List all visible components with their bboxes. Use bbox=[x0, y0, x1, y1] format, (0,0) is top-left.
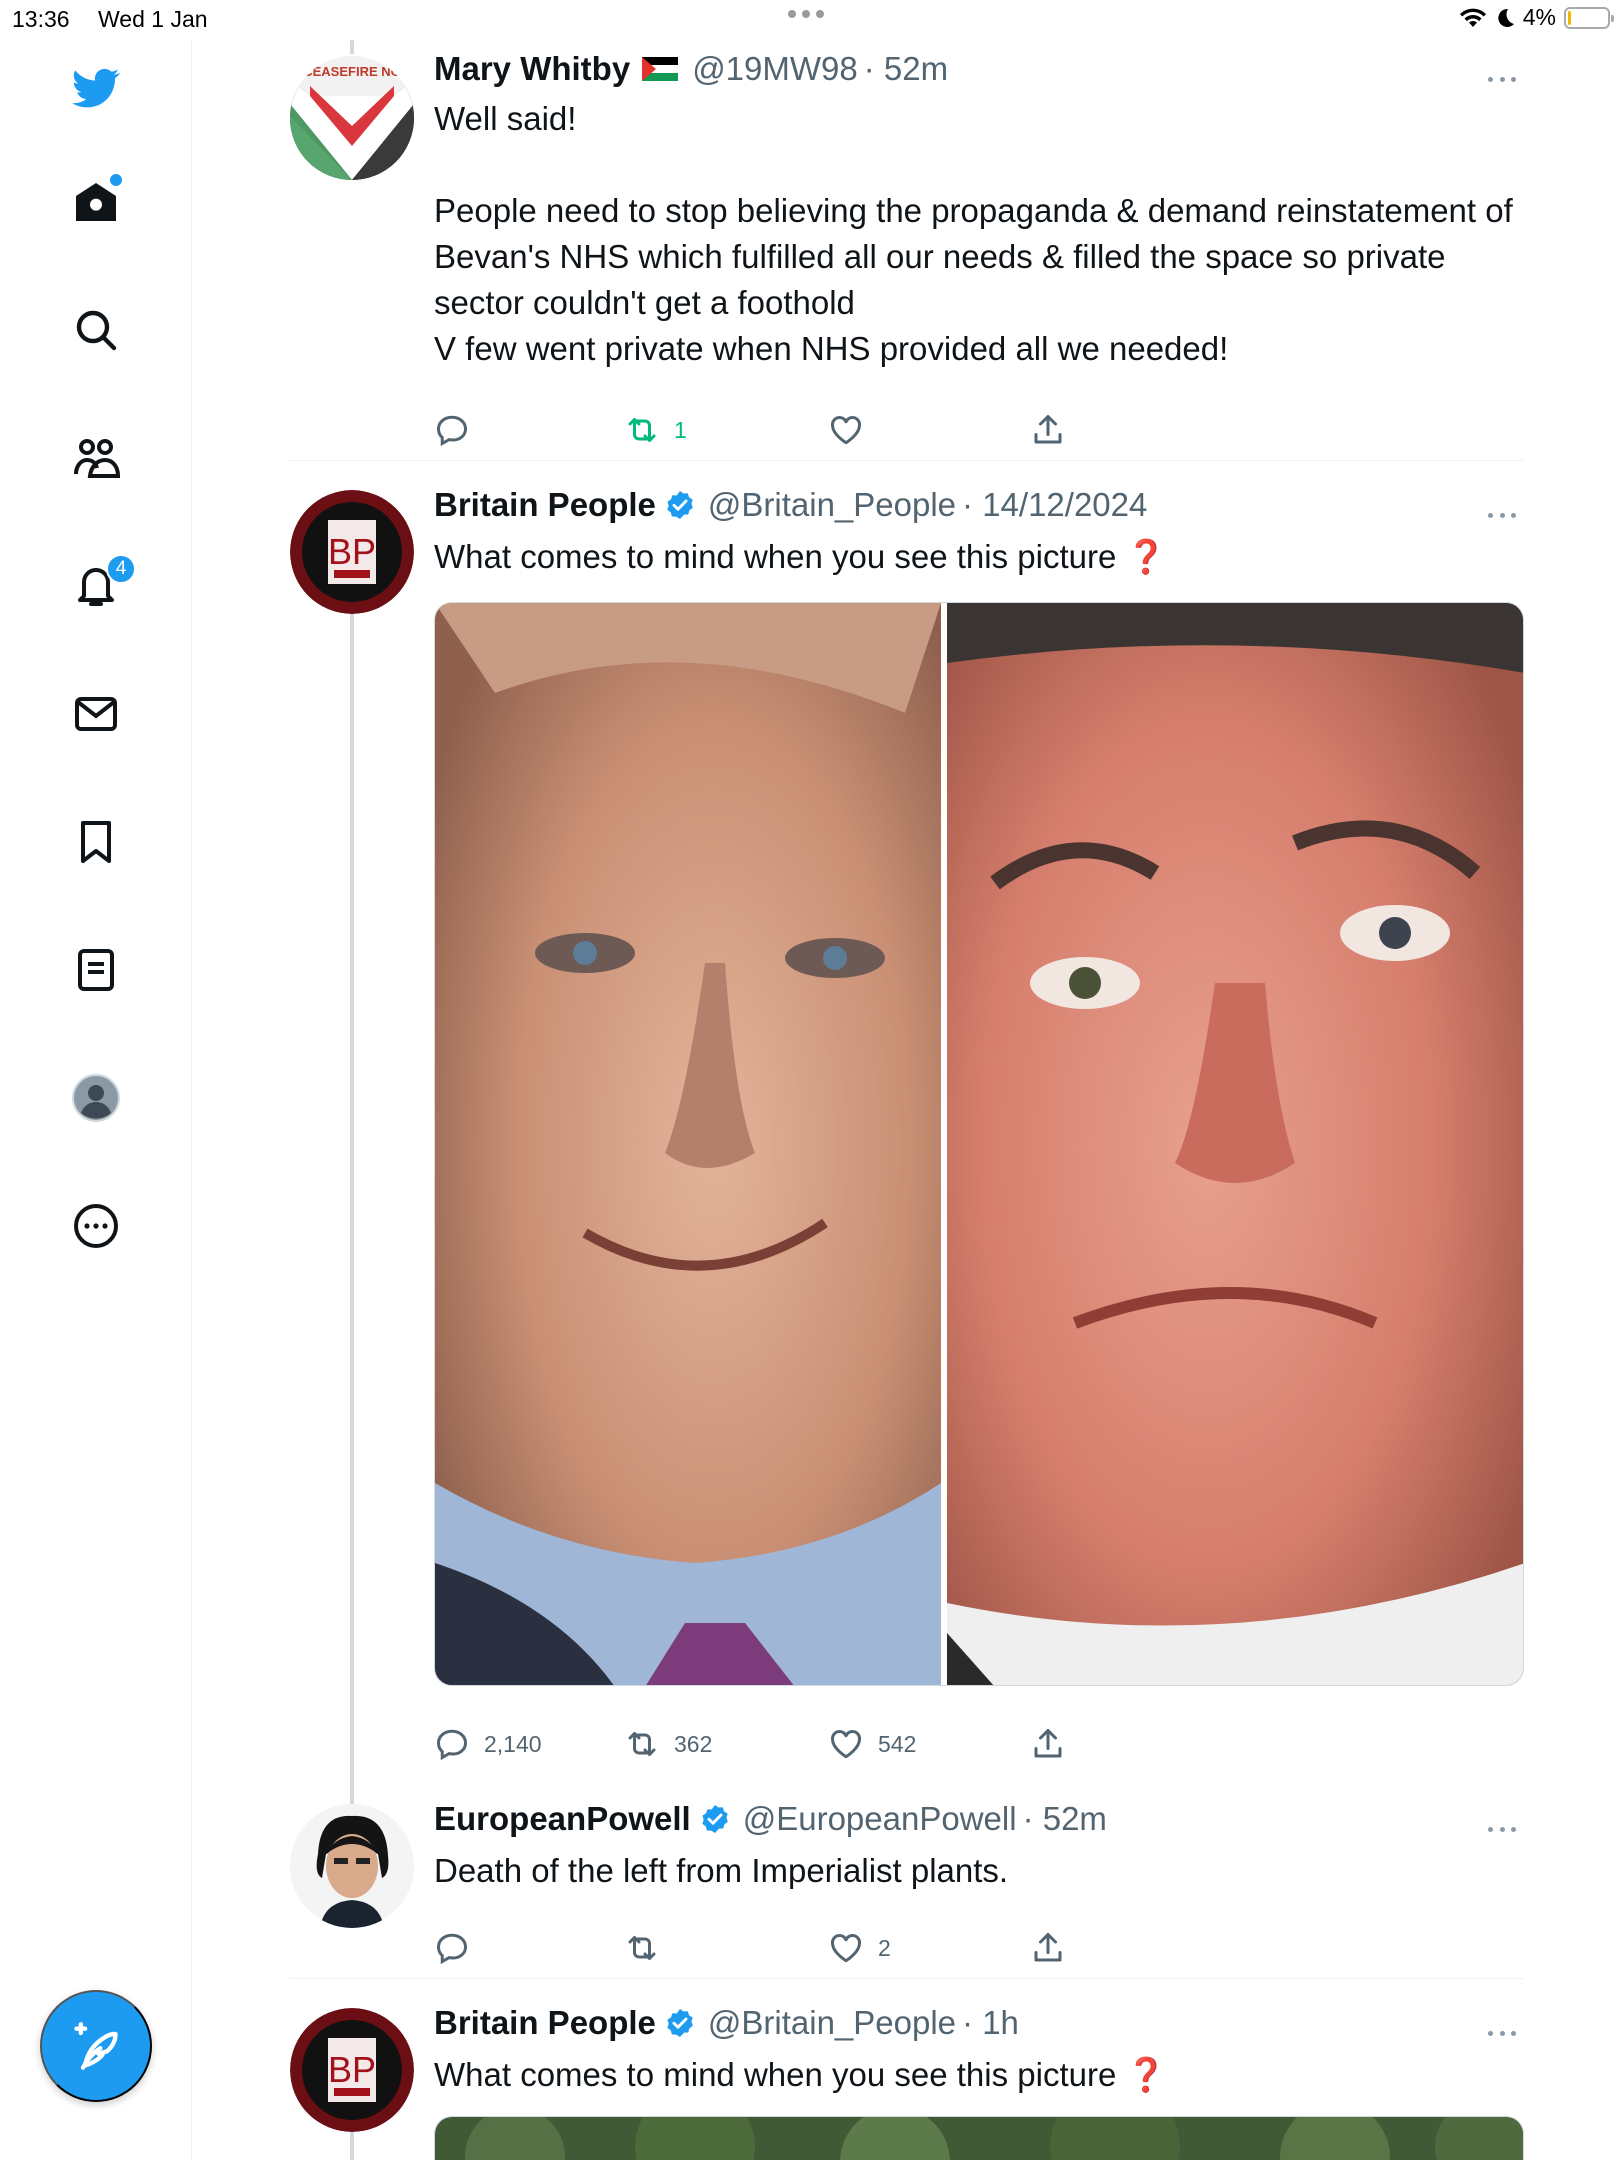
like-button[interactable]: 2 bbox=[828, 1926, 891, 1970]
display-name[interactable]: Mary Whitby bbox=[434, 50, 630, 88]
tweet-header: Mary Whitby @19MW98 · 52m bbox=[434, 50, 948, 88]
battery-icon bbox=[1564, 6, 1614, 29]
tweet-actions: 2 bbox=[434, 1926, 1334, 1970]
like-count: 2 bbox=[878, 1934, 891, 1961]
compose-tweet-button[interactable] bbox=[40, 1990, 152, 2102]
avatar-text: BP bbox=[328, 2049, 376, 2090]
tweet-media-photo[interactable] bbox=[434, 2116, 1524, 2160]
more-options-icon[interactable] bbox=[1482, 500, 1522, 530]
avatar[interactable] bbox=[290, 1804, 414, 1928]
share-button[interactable] bbox=[1030, 1926, 1066, 1970]
tweet-header: Britain People @Britain_People · 1h bbox=[434, 2004, 1019, 2042]
avatar[interactable]: BP bbox=[290, 2008, 414, 2132]
notifications-badge: 4 bbox=[106, 554, 136, 584]
avatar-text: CEASEFIRE NO bbox=[303, 64, 401, 79]
avatar[interactable]: BP bbox=[290, 490, 414, 614]
battery-percent: 4% bbox=[1522, 4, 1556, 30]
verified-badge-icon bbox=[667, 491, 693, 519]
search-icon[interactable] bbox=[56, 290, 136, 370]
tweet-media-photo[interactable] bbox=[434, 602, 1524, 1686]
twitter-logo-icon[interactable] bbox=[56, 48, 136, 128]
lists-icon[interactable] bbox=[56, 930, 136, 1010]
share-icon bbox=[1034, 1729, 1062, 1758]
user-handle[interactable]: @EuropeanPowell bbox=[743, 1800, 1017, 1838]
status-time: 13:36 bbox=[12, 6, 70, 32]
avatar-text: BP bbox=[328, 531, 376, 572]
tweet-text: Well said! People need to stop believing… bbox=[434, 100, 1513, 367]
reply-icon bbox=[436, 1729, 468, 1761]
retweet-icon bbox=[628, 1936, 656, 1960]
thread-line bbox=[350, 2132, 354, 2160]
share-icon bbox=[1034, 1933, 1062, 1962]
reply-count: 2,140 bbox=[484, 1730, 542, 1757]
tweet-divider bbox=[290, 460, 1524, 461]
avatar[interactable]: CEASEFIRE NO bbox=[290, 56, 414, 180]
like-button[interactable] bbox=[828, 408, 878, 452]
tweet-time[interactable]: · 52m bbox=[1023, 1800, 1107, 1838]
timeline: CEASEFIRE NO Mary Whitby @19MW98 · 52m W… bbox=[192, 40, 1620, 2160]
reply-icon bbox=[436, 415, 468, 447]
tweet-divider bbox=[290, 1978, 1524, 1979]
bookmarks-icon[interactable] bbox=[56, 802, 136, 882]
tweet-actions: 1 bbox=[434, 408, 1334, 452]
verified-badge-icon bbox=[667, 2009, 693, 2037]
more-icon[interactable] bbox=[56, 1186, 136, 1266]
retweet-button[interactable] bbox=[624, 1926, 674, 1970]
display-name[interactable]: Britain People bbox=[434, 486, 656, 524]
sidebar: 4 bbox=[0, 40, 192, 2160]
retweet-count: 362 bbox=[674, 1730, 713, 1757]
more-options-icon[interactable] bbox=[1482, 1814, 1522, 1844]
reply-button[interactable]: 2,140 bbox=[434, 1722, 542, 1766]
share-button[interactable] bbox=[1030, 408, 1066, 452]
retweet-count: 1 bbox=[674, 416, 687, 443]
tweet-actions: 2,140 362 542 bbox=[434, 1722, 1334, 1766]
reply-icon bbox=[436, 1933, 468, 1965]
user-handle[interactable]: @Britain_People bbox=[708, 486, 956, 524]
communities-icon[interactable] bbox=[56, 418, 136, 498]
display-name[interactable]: Britain People bbox=[434, 2004, 656, 2042]
tweet-text: What comes to mind when you see this pic… bbox=[434, 538, 1167, 575]
display-name[interactable]: EuropeanPowell bbox=[434, 1800, 691, 1838]
status-bar: 13:36 Wed 1 Jan 4% bbox=[0, 0, 1620, 40]
more-options-icon[interactable] bbox=[1482, 2018, 1522, 2048]
home-new-dot bbox=[110, 174, 122, 186]
reply-button[interactable] bbox=[434, 408, 484, 452]
status-date: Wed 1 Jan bbox=[98, 6, 208, 32]
like-button[interactable]: 542 bbox=[828, 1722, 916, 1766]
share-button[interactable] bbox=[1030, 1722, 1066, 1766]
thread-line-top bbox=[350, 40, 354, 54]
heart-icon bbox=[830, 415, 862, 445]
notifications-icon[interactable]: 4 bbox=[56, 546, 136, 626]
tweet-time[interactable]: · 14/12/2024 bbox=[962, 486, 1147, 524]
status-right: 4% bbox=[1459, 4, 1614, 31]
retweet-button[interactable]: 362 bbox=[624, 1722, 712, 1766]
verified-badge-icon bbox=[702, 1805, 728, 1833]
wifi-icon bbox=[1459, 8, 1486, 27]
user-handle[interactable]: @Britain_People bbox=[708, 2004, 956, 2042]
tweet-time[interactable]: · 1h bbox=[962, 2004, 1019, 2042]
messages-icon[interactable] bbox=[56, 674, 136, 754]
more-options-icon[interactable] bbox=[1482, 64, 1522, 94]
retweet-icon bbox=[628, 1732, 656, 1756]
tweet-header: EuropeanPowell @EuropeanPowell · 52m bbox=[434, 1800, 1107, 1838]
tweet-text: Death of the left from Imperialist plant… bbox=[434, 1852, 1009, 1889]
multitasking-dots-icon[interactable] bbox=[788, 10, 824, 18]
tweet-text: What comes to mind when you see this pic… bbox=[434, 2056, 1167, 2093]
thread-line bbox=[350, 610, 354, 1840]
share-icon bbox=[1034, 415, 1062, 444]
tweet-header: Britain People @Britain_People · 14/12/2… bbox=[434, 486, 1147, 524]
heart-icon bbox=[830, 1933, 862, 1963]
tweet-time[interactable]: · 52m bbox=[864, 50, 948, 88]
compose-feather-icon bbox=[74, 2022, 118, 2070]
heart-icon bbox=[830, 1729, 862, 1759]
do-not-disturb-moon-icon bbox=[1498, 8, 1514, 27]
user-handle[interactable]: @19MW98 bbox=[692, 50, 858, 88]
retweet-button[interactable]: 1 bbox=[624, 408, 687, 452]
retweet-icon bbox=[628, 418, 656, 442]
home-icon[interactable] bbox=[56, 162, 136, 242]
reply-button[interactable] bbox=[434, 1926, 484, 1970]
palestine-flag-icon bbox=[642, 57, 679, 81]
profile-avatar-icon[interactable] bbox=[56, 1058, 136, 1138]
like-count: 542 bbox=[878, 1730, 917, 1757]
